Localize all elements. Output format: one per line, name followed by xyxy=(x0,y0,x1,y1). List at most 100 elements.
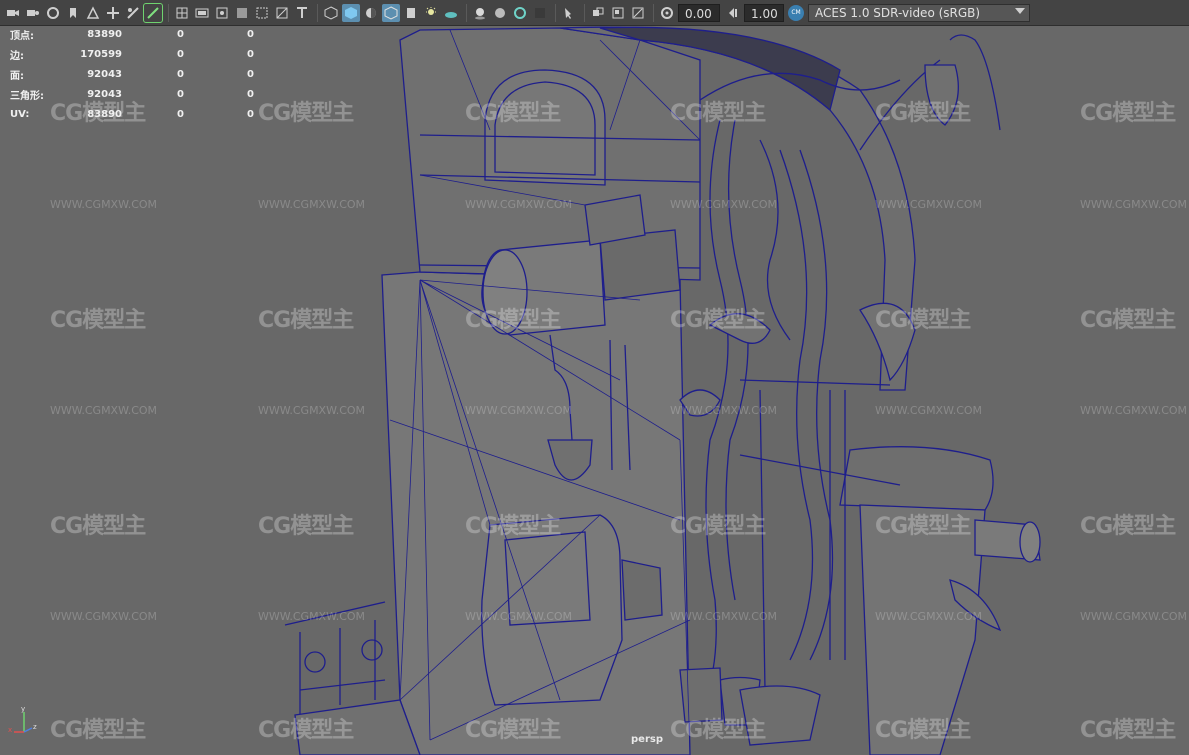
watermark-logo: CG模型主 xyxy=(1080,514,1176,539)
watermark-logo: CG模型主 xyxy=(258,101,354,126)
window-arch xyxy=(484,69,606,186)
gamma-field[interactable]: 1.00 xyxy=(744,3,784,22)
xray-active-icon[interactable] xyxy=(511,4,529,22)
watermark-url: WWW.CGMXW.COM xyxy=(670,610,778,623)
view-transform-dropdown[interactable]: ACES 1.0 SDR-video (sRGB) xyxy=(808,3,1030,22)
exposure-field[interactable]: 0.00 xyxy=(678,3,720,22)
watermark-logo: CG模型主 xyxy=(465,308,561,333)
watermark-logo: CG模型主 xyxy=(50,514,146,539)
color-management-icon[interactable] xyxy=(629,4,647,22)
anti-aliasing-icon[interactable] xyxy=(442,4,460,22)
watermark-logo: CG模型主 xyxy=(465,514,561,539)
watermark-url: WWW.CGMXW.COM xyxy=(258,610,366,623)
watermark-url: WWW.CGMXW.COM xyxy=(465,404,573,417)
watermark-url: WWW.CGMXW.COM xyxy=(670,404,778,417)
axis-y-label: y xyxy=(21,705,25,713)
motion-blur-icon[interactable] xyxy=(422,4,440,22)
hud-row: 面: 92043 0 0 xyxy=(10,64,254,84)
exposure-reset-icon[interactable] xyxy=(658,4,676,22)
hud-row: 边: 170599 0 0 xyxy=(10,44,254,64)
watermark-url: WWW.CGMXW.COM xyxy=(50,610,158,623)
camera-attributes-icon[interactable] xyxy=(24,4,42,22)
hud-value: 0 xyxy=(247,48,254,60)
backface-cull-icon[interactable] xyxy=(560,4,578,22)
watermark-logo: CG模型主 xyxy=(670,308,766,333)
watermark-url: WWW.CGMXW.COM xyxy=(465,610,573,623)
gate-mask-icon[interactable] xyxy=(143,2,163,23)
hud-value: 83890 xyxy=(87,28,122,40)
safe-title-icon[interactable] xyxy=(213,4,231,22)
hud-value: 0 xyxy=(177,108,184,120)
depth-of-field-icon[interactable] xyxy=(471,4,489,22)
use-default-material-icon[interactable] xyxy=(273,4,291,22)
watermark-logo: CG模型主 xyxy=(670,514,766,539)
toolbar-separator xyxy=(168,3,169,22)
safe-action-icon[interactable] xyxy=(193,4,211,22)
shadows-icon[interactable] xyxy=(382,3,400,22)
toolbar-separator xyxy=(466,3,467,22)
camera-icon[interactable] xyxy=(4,4,22,22)
hud-row: 顶点: 83890 0 0 xyxy=(10,24,254,44)
axis-z-label: z xyxy=(33,723,37,731)
watermark-logo: CG模型主 xyxy=(50,718,146,743)
hud-value: 92043 xyxy=(87,88,122,100)
hud-value: 0 xyxy=(247,68,254,80)
wireframe-on-shaded-icon[interactable] xyxy=(293,4,311,22)
3d-viewport[interactable]: 0.00 1.00 CM ACES 1.0 SDR-video (sRGB) 顶… xyxy=(0,0,1189,755)
field-chart-icon[interactable] xyxy=(173,4,191,22)
xray-icon[interactable] xyxy=(322,4,340,22)
view-transform-icon[interactable]: CM xyxy=(788,4,804,21)
grid-icon[interactable] xyxy=(84,4,102,22)
hud-row: 三角形: 92043 0 0 xyxy=(10,84,254,104)
wireframe-icon[interactable] xyxy=(233,4,251,22)
hud-row: UV: 83890 0 0 xyxy=(10,104,254,124)
hud-label: 面: xyxy=(10,70,24,82)
hud-value: 0 xyxy=(177,28,184,40)
hud-value: 0 xyxy=(247,88,254,100)
exposure-icon[interactable] xyxy=(589,4,607,22)
hud-label: 顶点: xyxy=(10,30,34,42)
watermark-logo: CG模型主 xyxy=(875,101,971,126)
watermark-url: WWW.CGMXW.COM xyxy=(50,404,158,417)
hud-label: 边: xyxy=(10,50,24,62)
textured-icon[interactable] xyxy=(531,4,549,22)
smooth-shade-icon[interactable] xyxy=(253,4,271,22)
resolution-gate-icon[interactable] xyxy=(124,4,142,22)
gamma-reset-icon[interactable] xyxy=(724,4,742,22)
watermark-logo: CG模型主 xyxy=(875,308,971,333)
watermark-logo: CG模型主 xyxy=(258,514,354,539)
watermark-url: WWW.CGMXW.COM xyxy=(1080,198,1188,211)
watermark-logo: CG模型主 xyxy=(258,718,354,743)
railing-ring xyxy=(361,639,383,661)
watermark-url: WWW.CGMXW.COM xyxy=(1080,610,1188,623)
axis-x-label: x xyxy=(8,726,12,734)
box-lantern xyxy=(621,559,663,621)
watermark-url: WWW.CGMXW.COM xyxy=(670,198,778,211)
film-gate-icon[interactable] xyxy=(104,4,122,22)
vine xyxy=(799,149,834,661)
xray-joints-icon[interactable] xyxy=(342,3,360,22)
chevron-down-icon xyxy=(1015,7,1025,14)
hud-value: 0 xyxy=(177,68,184,80)
camera-name-label: persp xyxy=(631,734,663,745)
lights-icon[interactable] xyxy=(362,4,380,22)
watermark-logo: CG模型主 xyxy=(465,101,561,126)
hud-value: 0 xyxy=(247,108,254,120)
watermark-logo: CG模型主 xyxy=(50,308,146,333)
watermark-logo: CG模型主 xyxy=(670,718,766,743)
gamma-icon[interactable] xyxy=(609,4,627,22)
toolbar-separator xyxy=(555,3,556,22)
screen-space-ao-icon[interactable] xyxy=(402,4,420,22)
hud-label: UV: xyxy=(10,108,30,120)
viewport-panel-toolbar: 0.00 1.00 CM ACES 1.0 SDR-video (sRGB) xyxy=(0,0,1189,26)
wireframe-model[interactable] xyxy=(0,26,1189,755)
view-transform-label: ACES 1.0 SDR-video (sRGB) xyxy=(815,5,981,20)
hud-value: 92043 xyxy=(87,68,122,80)
watermark-url: WWW.CGMXW.COM xyxy=(875,610,983,623)
image-plane-icon[interactable] xyxy=(64,4,82,22)
watermark-url: WWW.CGMXW.COM xyxy=(50,198,158,211)
hud-value: 0 xyxy=(177,88,184,100)
bookmark-icon[interactable] xyxy=(44,4,62,22)
isolate-select-icon[interactable] xyxy=(491,4,509,22)
axis-gizmo-icon: y x z xyxy=(8,705,37,734)
